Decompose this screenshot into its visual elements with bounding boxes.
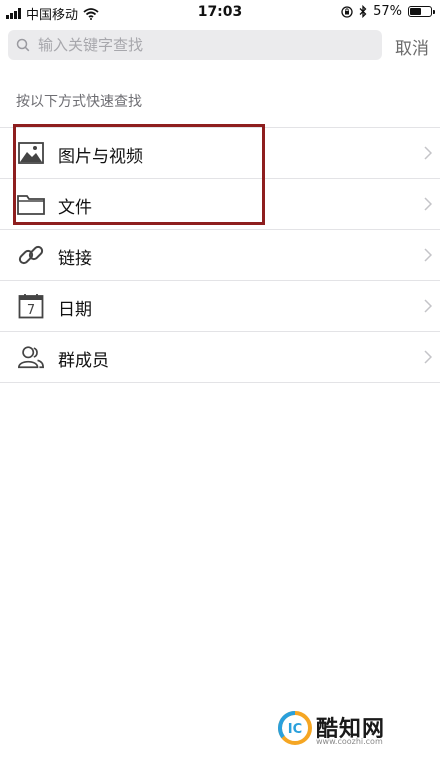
image-icon xyxy=(17,139,45,167)
status-bar: 中国移动 17:03 57% xyxy=(0,0,440,24)
list-item-images-videos[interactable]: 图片与视频 xyxy=(0,128,440,179)
list-item-label: 文件 xyxy=(58,198,92,218)
watermark: IC 酷知网 www.coozhi.com xyxy=(278,709,438,749)
status-right: 57% xyxy=(341,4,435,19)
quick-search-list: 图片与视频 文件 链接 7 日期 群成员 xyxy=(0,127,440,383)
list-item-date[interactable]: 7 日期 xyxy=(0,281,440,332)
battery-icon xyxy=(408,6,435,17)
list-item-members[interactable]: 群成员 xyxy=(0,332,440,383)
calendar-day-text: 7 xyxy=(27,303,35,318)
svg-text:IC: IC xyxy=(288,722,302,737)
orientation-lock-icon xyxy=(341,5,353,18)
watermark-url: www.coozhi.com xyxy=(316,737,383,746)
section-header: 按以下方式快速查找 xyxy=(16,94,142,110)
search-input[interactable] xyxy=(36,35,360,55)
chevron-right-icon xyxy=(424,248,432,262)
chevron-right-icon xyxy=(424,197,432,211)
chevron-right-icon xyxy=(424,299,432,313)
link-icon xyxy=(17,241,45,269)
list-item-label: 图片与视频 xyxy=(58,147,143,167)
list-item-files[interactable]: 文件 xyxy=(0,179,440,230)
chevron-right-icon xyxy=(424,146,432,160)
search-box[interactable] xyxy=(8,30,382,60)
calendar-icon: 7 xyxy=(17,292,45,320)
battery-percent: 57% xyxy=(373,4,402,19)
coozhi-logo-icon: IC xyxy=(278,711,312,745)
chevron-right-icon xyxy=(424,350,432,364)
members-icon xyxy=(17,343,45,371)
list-item-label: 链接 xyxy=(58,249,92,269)
search-icon xyxy=(16,38,30,52)
list-item-label: 群成员 xyxy=(58,351,109,371)
list-item-links[interactable]: 链接 xyxy=(0,230,440,281)
cancel-button[interactable]: 取消 xyxy=(395,34,429,59)
folder-icon xyxy=(17,190,45,218)
bluetooth-icon xyxy=(359,5,367,18)
list-item-label: 日期 xyxy=(58,300,92,320)
search-bar: 取消 xyxy=(0,28,440,64)
